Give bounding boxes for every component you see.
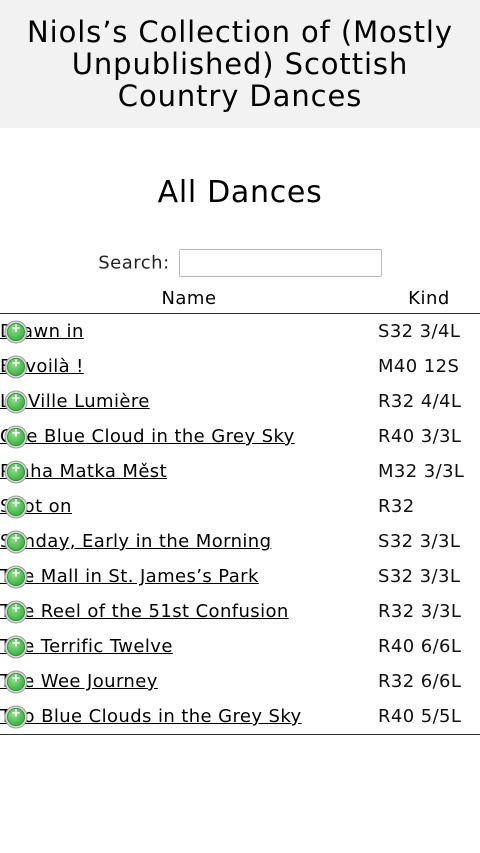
site-header: Niols’s Collection of (Mostly Unpublishe… [0, 0, 480, 128]
table-row: Et voilà ! M40 12S [0, 349, 480, 384]
search-input[interactable] [178, 249, 382, 277]
table-row: The Terrific Twelve R40 6/6L [0, 629, 480, 664]
dance-name-cell: One Blue Cloud in the Grey Sky [0, 419, 378, 454]
page-heading: All Dances [157, 175, 323, 210]
plus-circle-icon[interactable] [4, 670, 28, 694]
dance-kind-cell: R32 [378, 496, 415, 517]
dance-kind-cell: M40 12S [378, 356, 460, 377]
dance-name-cell: Praha Matka Měst [0, 454, 378, 489]
dance-kind-cell: S32 3/3L [378, 566, 461, 587]
dance-kind-cell: R40 3/3L [378, 426, 462, 447]
search-label: Search: [98, 252, 170, 274]
table-row: The Wee Journey R32 6/6L [0, 664, 480, 699]
table-header-row: Name Kind [0, 283, 480, 314]
table-row: Spot on R32 [0, 489, 480, 524]
table-row: Two Blue Clouds in the Grey Sky R40 5/5L [0, 699, 480, 735]
dance-link[interactable]: Two Blue Clouds in the Grey Sky [0, 706, 302, 727]
dance-kind-cell: R32 3/3L [378, 601, 462, 622]
table-row: Praha Matka Měst M32 3/3L [0, 454, 480, 489]
dance-name-cell: La Ville Lumière [0, 384, 378, 419]
dance-kind-cell: R32 6/6L [378, 671, 462, 692]
plus-circle-icon[interactable] [4, 565, 28, 589]
dance-kind-cell: R40 5/5L [378, 706, 462, 727]
plus-circle-icon[interactable] [4, 425, 28, 449]
dance-kind-cell: S32 3/4L [378, 321, 461, 342]
dance-name-cell: The Wee Journey [0, 664, 378, 699]
dance-kind-cell: M32 3/3L [378, 461, 465, 482]
table-row: One Blue Cloud in the Grey Sky R40 3/3L [0, 419, 480, 454]
dances-table-body: Drawn in S32 3/4L Et voilà ! M40 12S La Vill… [0, 314, 480, 735]
plus-circle-icon[interactable] [4, 355, 28, 379]
plus-circle-icon[interactable] [4, 495, 28, 519]
dance-name-cell: Et voilà ! [0, 349, 378, 384]
table-row: La Ville Lumière R32 4/4L [0, 384, 480, 419]
plus-circle-icon[interactable] [4, 320, 28, 344]
search-row: Search: [0, 249, 480, 279]
table-row: Sunday, Early in the Morning S32 3/3L [0, 524, 480, 559]
dance-kind-cell: R40 6/6L [378, 636, 462, 657]
dance-kind-cell: S32 3/3L [378, 531, 461, 552]
site-title: Niols’s Collection of (Mostly Unpublishe… [27, 15, 453, 113]
table-row: Drawn in S32 3/4L [0, 314, 480, 350]
dance-name-cell: The Mall in St. James’s Park [0, 559, 378, 594]
plus-circle-icon[interactable] [4, 635, 28, 659]
dance-name-cell: Spot on [0, 489, 378, 524]
plus-circle-icon[interactable] [4, 390, 28, 414]
plus-circle-icon[interactable] [4, 460, 28, 484]
dance-name-cell: The Terrific Twelve [0, 629, 378, 664]
dance-name-cell: Sunday, Early in the Morning [0, 524, 378, 559]
dance-kind-cell: R32 4/4L [378, 391, 462, 412]
plus-circle-icon[interactable] [4, 530, 28, 554]
dance-name-cell: Drawn in [0, 314, 378, 350]
dance-link[interactable]: Sunday, Early in the Morning [0, 531, 271, 552]
dance-name-cell: The Reel of the 51st Confusion [0, 594, 378, 629]
main-content: All Dances Search: Name Kind Drawn in S32… [0, 128, 480, 735]
table-row: The Mall in St. James’s Park S32 3/3L [0, 559, 480, 594]
table-row: The Reel of the 51st Confusion R32 3/3L [0, 594, 480, 629]
dance-link[interactable]: The Reel of the 51st Confusion [0, 601, 289, 622]
dance-name-cell: Two Blue Clouds in the Grey Sky [0, 699, 378, 735]
dance-link[interactable]: The Mall in St. James’s Park [0, 566, 259, 587]
dances-table: Name Kind Drawn in S32 3/4L Et voilà ! M40 … [0, 283, 480, 735]
plus-circle-icon[interactable] [4, 705, 28, 729]
plus-circle-icon[interactable] [4, 600, 28, 624]
dance-link[interactable]: One Blue Cloud in the Grey Sky [0, 426, 295, 447]
column-header-kind[interactable]: Kind [378, 283, 480, 314]
column-header-name[interactable]: Name [0, 283, 378, 314]
